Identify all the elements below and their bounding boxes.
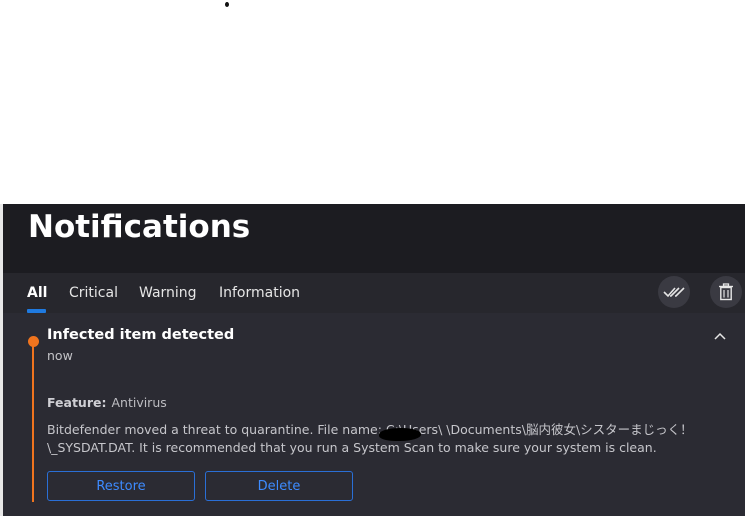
trash-icon xyxy=(719,283,733,301)
delete-all-button[interactable] xyxy=(710,276,742,308)
message-line-1: Bitdefender moved a threat to quarantine… xyxy=(47,422,693,437)
notification-card: Infected item detected now Feature: Antiv… xyxy=(3,313,745,516)
tab-all[interactable]: All xyxy=(27,285,47,301)
notification-message: Bitdefender moved a threat to quarantine… xyxy=(47,421,707,457)
tab-bar: All Critical Warning Information xyxy=(3,273,745,313)
page-title: Notifications xyxy=(28,209,251,245)
chevron-up-icon[interactable] xyxy=(713,331,727,341)
notifications-window: Notifications All Critical Warning Infor… xyxy=(0,204,745,516)
feature-row: Feature: Antivirus xyxy=(47,395,167,410)
redaction-mark xyxy=(379,428,421,441)
feature-label: Feature: xyxy=(47,395,107,410)
tab-warning[interactable]: Warning xyxy=(139,285,197,301)
delete-button[interactable]: Delete xyxy=(205,471,353,501)
mark-all-read-button[interactable] xyxy=(658,276,690,308)
tab-critical[interactable]: Critical xyxy=(69,285,118,301)
header: Notifications xyxy=(3,204,745,273)
tab-information[interactable]: Information xyxy=(219,285,300,301)
stray-dot xyxy=(225,2,229,7)
feature-value: Antivirus xyxy=(111,395,167,410)
notification-time: now xyxy=(47,348,73,363)
severity-line xyxy=(32,346,34,502)
notification-title: Infected item detected xyxy=(47,327,235,343)
double-check-icon xyxy=(663,287,685,298)
restore-button[interactable]: Restore xyxy=(47,471,195,501)
message-line-2: \_SYSDAT.DAT. It is recommended that you… xyxy=(47,440,657,455)
blank-area xyxy=(0,0,745,204)
